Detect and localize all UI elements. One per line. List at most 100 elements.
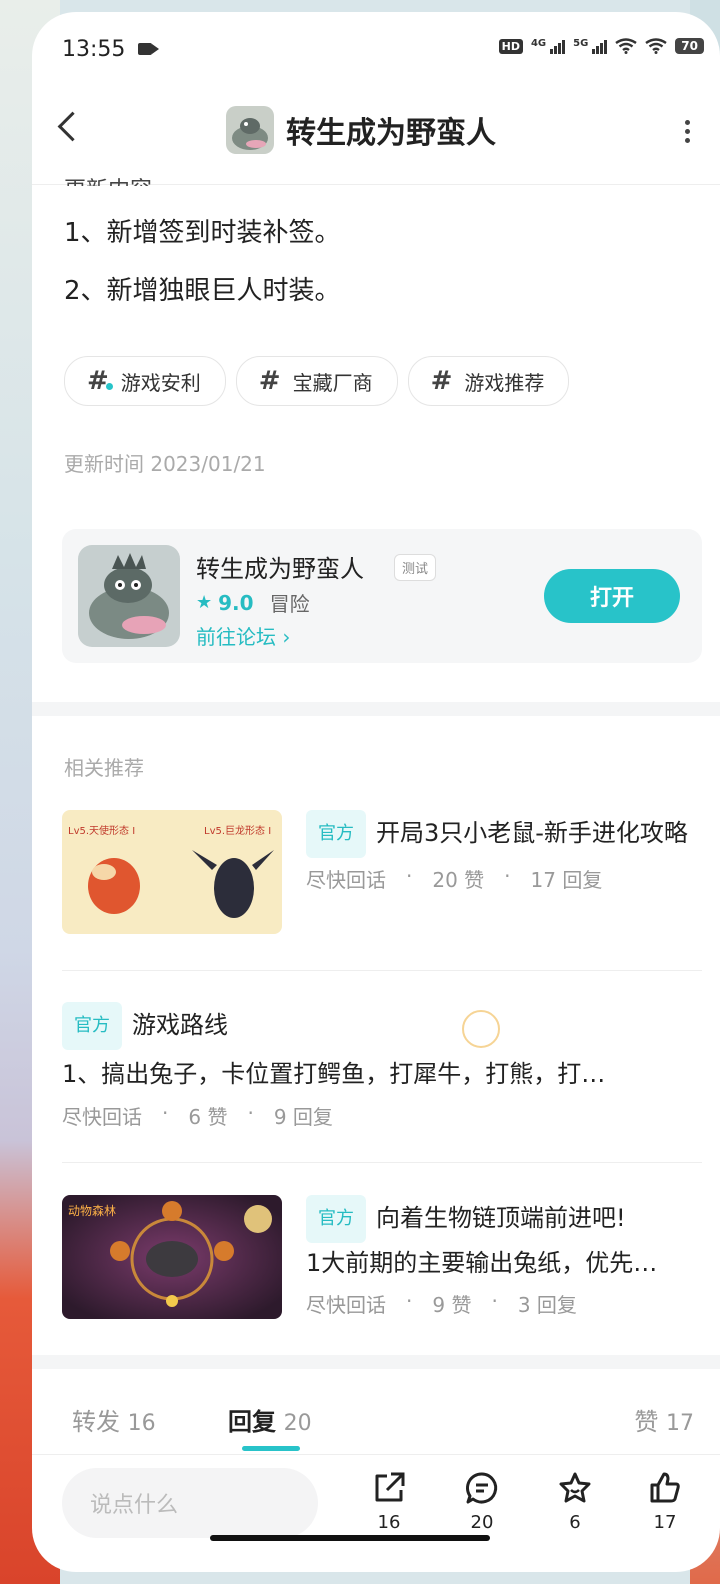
- star-icon: ★: [196, 592, 213, 613]
- divider: [62, 1162, 702, 1163]
- tab-label: 转发: [72, 1408, 120, 1436]
- like-count: 17: [653, 1512, 677, 1533]
- section-divider: [32, 1355, 720, 1369]
- thumb-label: Lv5.天使形态 I: [68, 824, 135, 837]
- thumb-label: Lv5.巨龙形态 I: [204, 824, 271, 837]
- comment-button[interactable]: 20: [452, 1470, 512, 1533]
- post-replies: 17 回复: [530, 868, 603, 892]
- post-meta: 尽快回话 · 6 赞 · 9 回复: [62, 1101, 333, 1129]
- back-arrow-icon[interactable]: [57, 111, 88, 142]
- thumb-label: 动物森林: [68, 1203, 116, 1218]
- touch-indicator: [462, 1010, 500, 1048]
- tab-label: 赞: [634, 1408, 659, 1436]
- post-meta: 尽快回话 · 20 赞 · 17 回复: [306, 864, 603, 892]
- post-excerpt: 1大前期的主要输出兔纸，优先…: [306, 1249, 658, 1277]
- game-icon: [78, 545, 180, 647]
- comment-input[interactable]: 说点什么: [62, 1468, 318, 1538]
- hd-icon: HD: [498, 38, 523, 54]
- tag-chip[interactable]: # 游戏推荐: [407, 356, 570, 406]
- post-author: 尽快回话: [306, 1293, 386, 1317]
- network-4g-label: 4G: [530, 38, 547, 49]
- tab-indicator: [242, 1446, 300, 1451]
- post-body: 官方 开局3只小老鼠-新手进化攻略 尽快回话 · 20 赞 · 17 回复: [306, 810, 702, 893]
- interaction-tabs: 转发 16 回复 20 赞 17: [32, 1382, 720, 1455]
- tab-count: 16: [127, 1411, 156, 1436]
- clipped-text: 更新内容: [64, 172, 152, 186]
- forum-link-label: 前往论坛: [196, 625, 276, 649]
- thumbs-up-icon: [650, 1472, 680, 1503]
- post-replies: 3 回复: [517, 1293, 577, 1317]
- update-time: 更新时间 2023/01/21: [64, 452, 266, 476]
- favorite-button[interactable]: 6: [545, 1470, 605, 1533]
- tab-reply[interactable]: 回复 20: [228, 1402, 312, 1437]
- hash-icon: #: [87, 366, 113, 396]
- tab-count: 20: [283, 1411, 312, 1436]
- content-line: 2、新增独眼巨人时装。: [64, 276, 341, 306]
- wifi-icon: [615, 38, 637, 54]
- battery-indicator: 70: [675, 38, 704, 54]
- status-time: 13:55: [62, 37, 126, 62]
- post-thumbnail: 动物森林: [62, 1195, 282, 1319]
- game-score: 9.0: [218, 590, 254, 615]
- post-author: 尽快回话: [306, 868, 386, 892]
- content-line: 1、新增签到时装补签。: [64, 218, 341, 248]
- tag-list: # 游戏安利 # 宝藏厂商 # 游戏推荐: [64, 356, 570, 406]
- post-likes: 9 赞: [432, 1293, 472, 1317]
- app-window: 13:55 HD 4G 5G 70 转生成为野蛮人 更新内容 1、新增签到时装补…: [32, 12, 720, 1572]
- hash-icon: #: [258, 366, 281, 396]
- tag-label: 宝藏厂商: [292, 370, 373, 395]
- share-icon: [375, 1472, 405, 1502]
- signal-icon: [550, 38, 566, 54]
- post-thumbnail: Lv5.天使形态 I Lv5.巨龙形态 I: [62, 810, 282, 934]
- related-post[interactable]: 动物森林 官方 向着生物链顶端前进吧! 1大前期的主要输出兔纸，优先… 尽快回话 ·…: [62, 1195, 702, 1325]
- post-excerpt: 1、搞出兔子，卡位置打鳄鱼，打犀牛，打熊，打…: [62, 1060, 606, 1088]
- home-indicator[interactable]: [210, 1535, 490, 1541]
- related-post[interactable]: Lv5.天使形态 I Lv5.巨龙形态 I 官方 开局3只小老鼠-新手进化攻略 尽快…: [62, 810, 702, 940]
- related-section-title: 相关推荐: [64, 756, 144, 780]
- post-title: 官方 向着生物链顶端前进吧!: [306, 1195, 702, 1243]
- like-button[interactable]: 17: [635, 1470, 695, 1533]
- official-badge: 官方: [306, 810, 366, 858]
- related-post[interactable]: 官方 游戏路线 1、搞出兔子，卡位置打鳄鱼，打犀牛，打熊，打… 尽快回话 · 6 赞 ·…: [62, 1002, 702, 1132]
- post-meta: 尽快回话 · 9 赞 · 3 回复: [306, 1289, 577, 1317]
- post-title-text: 开局3只小老鼠-新手进化攻略: [376, 819, 688, 847]
- official-badge: 官方: [62, 1002, 122, 1050]
- status-bar: 13:55 HD 4G 5G 70: [32, 12, 720, 84]
- open-button[interactable]: 打开: [544, 569, 680, 623]
- game-card[interactable]: 转生成为野蛮人 测试 ★ 9.0 冒险 前往论坛 › 打开: [62, 529, 702, 663]
- tab-count: 17: [666, 1411, 694, 1436]
- top-nav: 转生成为野蛮人: [32, 84, 720, 185]
- tag-label: 游戏推荐: [464, 370, 545, 395]
- tag-label: 游戏安利: [120, 370, 201, 395]
- status-icons: HD 4G 5G 70: [498, 38, 704, 54]
- game-rating: ★ 9.0 冒险: [196, 588, 310, 617]
- favorite-count: 6: [569, 1512, 581, 1533]
- share-count: 16: [377, 1512, 401, 1533]
- post-title-text: 游戏路线: [132, 1011, 228, 1039]
- share-button[interactable]: 16: [359, 1470, 419, 1533]
- game-avatar[interactable]: [226, 106, 274, 154]
- network-5g-label: 5G: [573, 38, 589, 49]
- post-likes: 6 赞: [188, 1105, 228, 1129]
- post-title: 官方 游戏路线: [62, 1002, 702, 1050]
- post-replies: 9 回复: [273, 1105, 333, 1129]
- official-badge: 官方: [306, 1195, 366, 1243]
- forum-link[interactable]: 前往论坛 ›: [196, 621, 290, 650]
- more-options-icon[interactable]: [685, 120, 690, 144]
- test-badge: 测试: [394, 554, 437, 581]
- tab-like[interactable]: 赞 17: [634, 1402, 694, 1437]
- bottom-action-bar: 说点什么 16 20 6 17: [32, 1454, 720, 1572]
- comment-icon: [466, 1472, 498, 1504]
- tag-chip[interactable]: # 游戏安利: [64, 356, 226, 406]
- signal-icon: [592, 38, 608, 54]
- post-title-text: 向着生物链顶端前进吧!: [376, 1204, 626, 1232]
- chevron-right-icon: ›: [282, 625, 291, 649]
- post-likes: 20 赞: [432, 868, 485, 892]
- post-author: 尽快回话: [62, 1105, 142, 1129]
- comment-count: 20: [470, 1512, 494, 1533]
- game-name: 转生成为野蛮人: [196, 555, 364, 583]
- tab-label: 回复: [228, 1408, 276, 1436]
- screen-record-icon: [138, 43, 159, 55]
- tag-chip[interactable]: # 宝藏厂商: [235, 356, 398, 406]
- tab-forward[interactable]: 转发 16: [72, 1402, 156, 1437]
